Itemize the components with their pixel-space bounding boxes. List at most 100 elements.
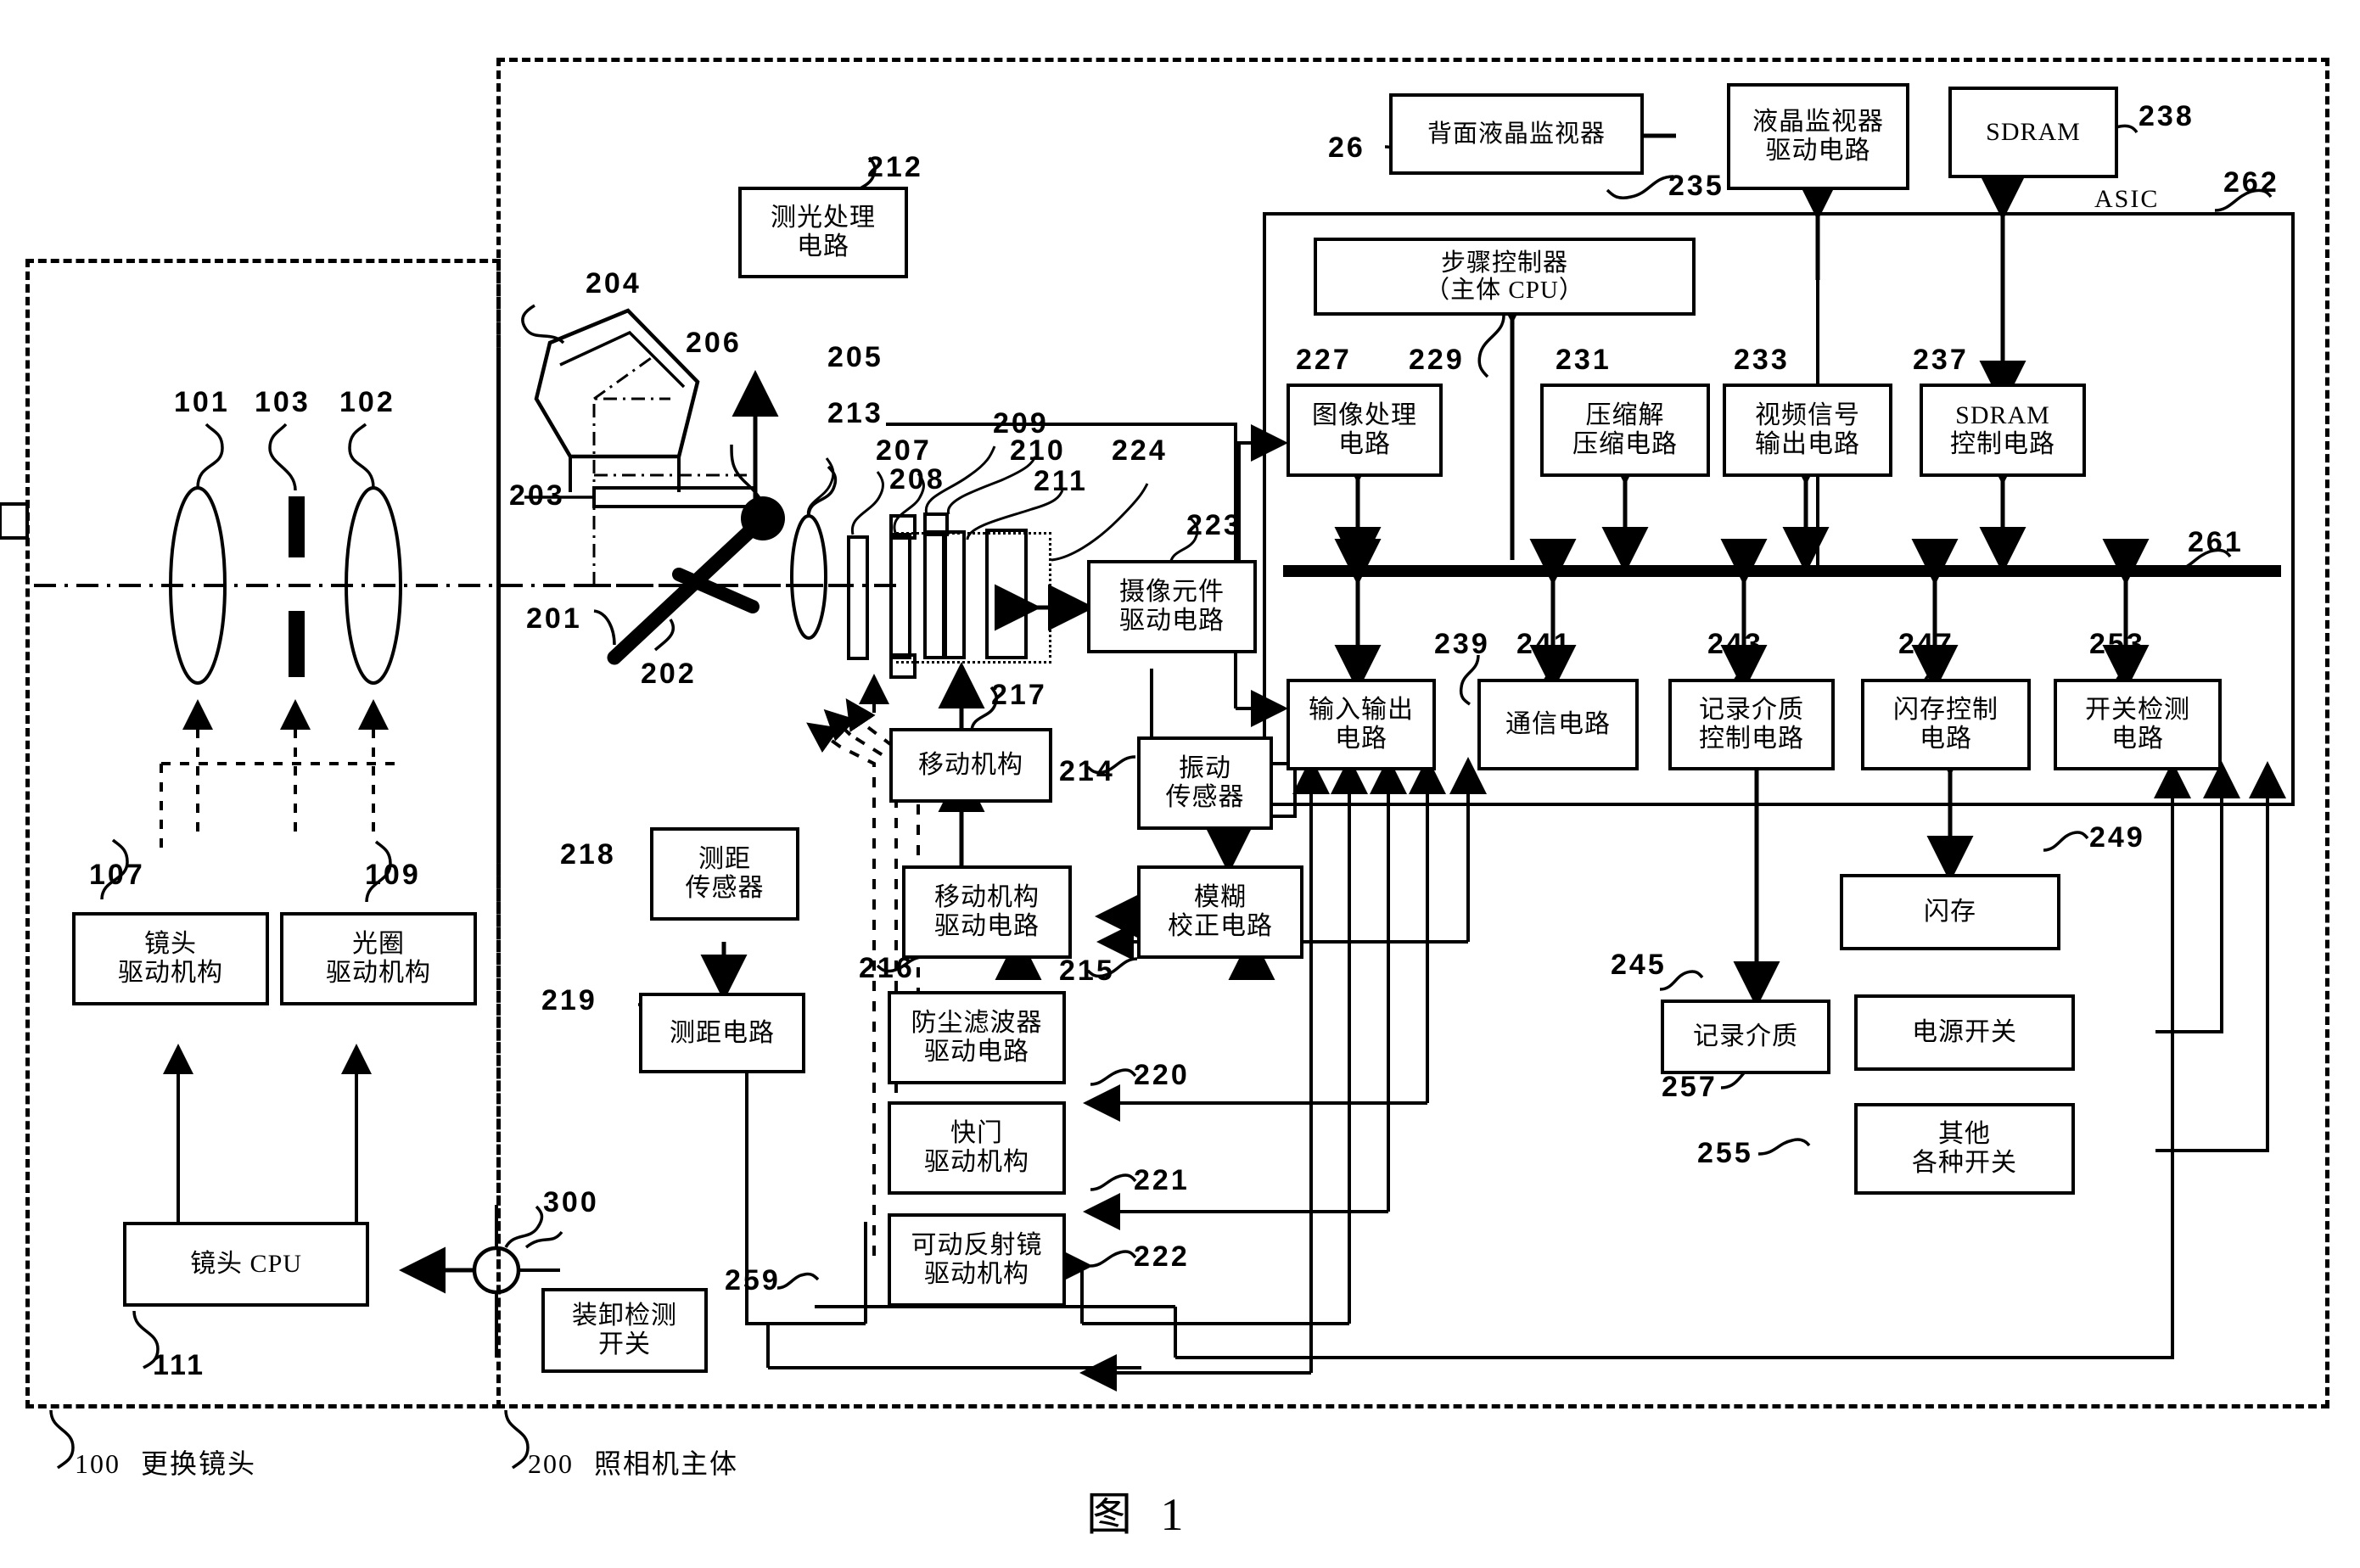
- ref-233: 233: [1734, 344, 1790, 376]
- block-metering-processing-circuit[interactable]: 测光处理 电路: [738, 187, 908, 278]
- group-name-200: 照相机主体: [594, 1448, 739, 1479]
- block-label: 防尘滤波器 驱动电路: [911, 1009, 1043, 1066]
- block-lens-cpu[interactable]: 镜头 CPU: [123, 1222, 369, 1307]
- ref-243: 243: [1707, 628, 1763, 660]
- block-label: 测距 传感器: [685, 845, 765, 902]
- block-label: 记录介质 控制电路: [1699, 696, 1804, 753]
- block-compression-decompression-circuit[interactable]: 压缩解 压缩电路: [1540, 384, 1710, 477]
- block-label: 光圈 驱动机构: [326, 930, 431, 987]
- ref-249: 249: [2089, 821, 2145, 854]
- block-label: 装卸检测 开关: [572, 1302, 677, 1358]
- group-ref-200: 200: [528, 1448, 574, 1479]
- block-flash-memory[interactable]: 闪存: [1840, 874, 2060, 950]
- group-label-camera-body: 200 照相机主体: [528, 1442, 738, 1481]
- ref-210: 210: [1010, 434, 1066, 467]
- ref-109: 109: [365, 859, 421, 891]
- block-distance-measuring-circuit[interactable]: 测距电路: [639, 993, 805, 1073]
- block-label: 快门 驱动机构: [924, 1119, 1029, 1176]
- block-label: 镜头 驱动机构: [118, 930, 223, 987]
- block-distance-measuring-sensor[interactable]: 测距 传感器: [650, 827, 799, 921]
- block-moving-mechanism-drive-circuit[interactable]: 移动机构 驱动电路: [902, 865, 1072, 959]
- ref-213: 213: [827, 397, 883, 429]
- ref-216: 216: [859, 952, 915, 984]
- ref-107: 107: [89, 859, 145, 891]
- block-label: 图像处理 电路: [1312, 401, 1417, 458]
- ref-219: 219: [541, 984, 597, 1016]
- ref-103: 103: [255, 386, 311, 418]
- ref-214: 214: [1059, 755, 1115, 787]
- ref-300: 300: [543, 1186, 599, 1218]
- group-label-interchangeable-lens: 100 更换镜头: [75, 1442, 256, 1481]
- ref-247: 247: [1898, 628, 1954, 660]
- ref-201: 201: [526, 602, 582, 635]
- ref-255: 255: [1697, 1137, 1753, 1169]
- ref-245: 245: [1611, 949, 1667, 981]
- imaging-unit-dotted-outline: [890, 532, 1051, 664]
- block-label: 通信电路: [1505, 710, 1611, 739]
- block-switch-detection-circuit[interactable]: 开关检测 电路: [2054, 679, 2222, 770]
- ref-212: 212: [867, 151, 923, 183]
- block-label: 振动 传感器: [1165, 754, 1245, 811]
- block-vibration-sensor[interactable]: 振动 传感器: [1137, 736, 1273, 830]
- ref-238: 238: [2139, 100, 2195, 132]
- ref-253: 253: [2089, 628, 2145, 660]
- block-label: 移动机构 驱动电路: [934, 883, 1040, 940]
- block-sdram-control-circuit[interactable]: SDRAM 控制电路: [1920, 384, 2086, 477]
- block-video-signal-output-circuit[interactable]: 视频信号 输出电路: [1723, 384, 1892, 477]
- block-label: 可动反射镜 驱动机构: [911, 1231, 1043, 1288]
- block-label: SDRAM: [1986, 118, 2081, 147]
- block-communication-circuit[interactable]: 通信电路: [1477, 679, 1639, 770]
- ref-111: 111: [153, 1349, 205, 1381]
- block-lcd-monitor-drive-circuit[interactable]: 液晶监视器 驱动电路: [1727, 83, 1909, 190]
- block-aperture-drive-mechanism[interactable]: 光圈 驱动机构: [280, 912, 477, 1005]
- group-name-100: 更换镜头: [141, 1448, 257, 1479]
- ref-206: 206: [686, 327, 742, 359]
- block-label: 液晶监视器 驱动电路: [1752, 108, 1884, 165]
- block-image-processing-circuit[interactable]: 图像处理 电路: [1287, 384, 1443, 477]
- block-label: 电源开关: [1912, 1018, 2017, 1047]
- ref-208: 208: [889, 463, 945, 496]
- block-recording-medium[interactable]: 记录介质: [1661, 1000, 1830, 1074]
- ref-217: 217: [991, 679, 1047, 711]
- ref-259: 259: [725, 1264, 781, 1296]
- ref-235: 235: [1668, 170, 1724, 202]
- block-label: 摄像元件 驱动电路: [1119, 578, 1225, 635]
- block-sdram[interactable]: SDRAM: [1948, 87, 2118, 178]
- ref-215: 215: [1059, 955, 1115, 987]
- block-imaging-element-drive-circuit[interactable]: 摄像元件 驱动电路: [1087, 560, 1257, 653]
- ref-237: 237: [1913, 344, 1969, 376]
- asic-label: ASIC: [2094, 185, 2160, 213]
- block-moving-mechanism[interactable]: 移动机构: [889, 728, 1052, 803]
- block-shutter-drive-mechanism[interactable]: 快门 驱动机构: [888, 1101, 1066, 1195]
- block-label: 模糊 校正电路: [1168, 883, 1273, 940]
- block-attach-detach-detection-switch[interactable]: 装卸检测 开关: [541, 1288, 708, 1373]
- block-label: 闪存控制 电路: [1893, 696, 1998, 753]
- ref-231: 231: [1556, 344, 1612, 376]
- block-other-switches[interactable]: 其他 各种开关: [1854, 1103, 2075, 1195]
- block-lens-drive-mechanism[interactable]: 镜头 驱动机构: [72, 912, 269, 1005]
- block-label: 闪存: [1924, 898, 1976, 927]
- ref-223: 223: [1186, 509, 1242, 541]
- block-input-output-circuit[interactable]: 输入输出 电路: [1287, 679, 1436, 770]
- ref-205: 205: [827, 341, 883, 373]
- ref-26: 26: [1328, 132, 1365, 164]
- block-label: 其他 各种开关: [1912, 1120, 2017, 1177]
- block-movable-mirror-drive-mechanism[interactable]: 可动反射镜 驱动机构: [888, 1213, 1066, 1307]
- ref-227: 227: [1296, 344, 1352, 376]
- block-label: 视频信号 输出电路: [1755, 401, 1860, 458]
- ref-262: 262: [2223, 166, 2279, 199]
- block-rear-lcd-monitor[interactable]: 背面液晶监视器: [1389, 93, 1644, 175]
- block-label: 测距电路: [670, 1018, 775, 1047]
- block-label: 背面液晶监视器: [1427, 120, 1606, 148]
- block-recording-medium-control-circuit[interactable]: 记录介质 控制电路: [1668, 679, 1835, 770]
- group-ref-100: 100: [75, 1448, 121, 1479]
- block-label: SDRAM 控制电路: [1950, 401, 2055, 458]
- patent-figure-sheet: 镜头 驱动机构 光圈 驱动机构 镜头 CPU 测光处理 电路 摄像元件 驱动电路…: [0, 0, 2360, 1568]
- block-blur-correction-circuit[interactable]: 模糊 校正电路: [1137, 865, 1303, 959]
- block-flash-memory-control-circuit[interactable]: 闪存控制 电路: [1861, 679, 2031, 770]
- ref-202: 202: [641, 658, 697, 690]
- ref-204: 204: [586, 267, 642, 300]
- block-sequence-controller-main-cpu[interactable]: 步骤控制器 （主体 CPU）: [1314, 238, 1696, 316]
- block-dust-filter-drive-circuit[interactable]: 防尘滤波器 驱动电路: [888, 991, 1066, 1084]
- block-power-switch[interactable]: 电源开关: [1854, 994, 2075, 1071]
